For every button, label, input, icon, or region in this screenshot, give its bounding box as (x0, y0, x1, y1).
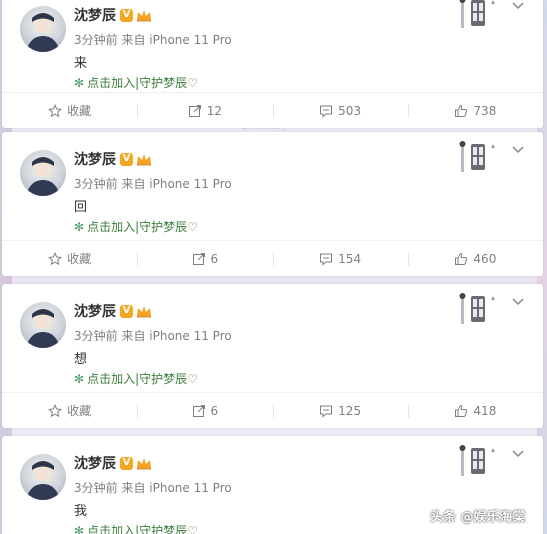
comment-count: 125 (338, 403, 362, 418)
verified-badge: V (120, 304, 133, 318)
author-name[interactable]: 沈梦辰 (74, 149, 116, 169)
promo-text: 点击加入|守护梦辰♡ (87, 372, 198, 386)
comment-button[interactable]: 125 (272, 393, 408, 428)
author-name[interactable]: 沈梦辰 (74, 301, 116, 321)
author-name[interactable]: 沈梦辰 (74, 5, 116, 25)
repost-button[interactable]: 12 (137, 93, 272, 128)
comment-count: 154 (338, 251, 362, 266)
like-count: 460 (473, 251, 497, 266)
avatar[interactable] (20, 454, 66, 500)
chevron-down-icon[interactable] (511, 144, 525, 154)
thumbs-up-icon (455, 252, 468, 265)
repost-count: 6 (210, 403, 219, 418)
chevron-down-icon[interactable] (511, 448, 525, 458)
weibo-post: 沈梦辰 V 3分钟前 来自 iPhone 11 Pro 来 ✻ 点击加入|守护梦辰… (2, 0, 543, 128)
post-content: 来 (74, 56, 88, 71)
crown-icon (137, 9, 151, 21)
weibo-post: 沈梦辰 V 3分钟前 来自 iPhone 11 Pro 想 ✻ 点击加入|守护梦辰… (2, 284, 543, 428)
repost-count: 12 (206, 103, 223, 118)
decoration-figure-icon (459, 0, 495, 28)
promo-link[interactable]: ✻ 点击加入|守护梦辰♡ (74, 370, 198, 387)
flower-icon: ✻ (74, 219, 85, 234)
repost-button[interactable]: 6 (137, 393, 272, 428)
post-content: 想 (74, 352, 88, 367)
collect-button[interactable]: 收藏 (2, 241, 137, 276)
post-meta: 3分钟前 来自 iPhone 11 Pro (74, 329, 232, 343)
author-row: 沈梦辰 V (74, 150, 152, 168)
avatar[interactable] (20, 6, 66, 52)
collect-label: 收藏 (67, 252, 92, 266)
decoration-figure-icon (459, 141, 495, 172)
comment-icon (320, 405, 333, 418)
like-button[interactable]: 738 (407, 93, 543, 128)
share-icon (192, 404, 205, 417)
action-bar: 收藏 6 154 460 (2, 240, 543, 276)
promo-text: 点击加入|守护梦辰♡ (87, 220, 198, 234)
star-icon (48, 103, 63, 117)
collect-label: 收藏 (67, 404, 92, 418)
like-count: 418 (473, 403, 497, 418)
promo-text: 点击加入|守护梦辰♡ (87, 524, 198, 534)
flower-icon: ✻ (74, 75, 85, 90)
decoration-figure-icon (459, 293, 495, 324)
promo-link[interactable]: ✻ 点击加入|守护梦辰♡ (74, 218, 198, 235)
author-row: 沈梦辰 V (74, 302, 152, 320)
comment-icon (320, 253, 333, 266)
crown-icon (137, 457, 151, 469)
author-name[interactable]: 沈梦辰 (74, 453, 116, 473)
like-count: 738 (473, 103, 497, 118)
share-icon (192, 252, 205, 265)
author-row: 沈梦辰 V (74, 454, 152, 472)
post-meta: 3分钟前 来自 iPhone 11 Pro (74, 481, 232, 495)
comment-button[interactable]: 503 (272, 93, 408, 128)
collect-label: 收藏 (67, 104, 92, 118)
verified-badge: V (120, 456, 133, 470)
like-button[interactable]: 460 (407, 241, 543, 276)
post-content: 回 (74, 200, 88, 215)
thumbs-up-icon (455, 404, 468, 417)
flower-icon: ✻ (74, 523, 85, 534)
promo-text: 点击加入|守护梦辰♡ (87, 76, 198, 90)
post-meta: 3分钟前 来自 iPhone 11 Pro (74, 33, 232, 47)
post-content: 我 (74, 504, 88, 519)
share-icon (188, 104, 201, 117)
flower-icon: ✻ (74, 371, 85, 386)
star-icon (48, 403, 63, 417)
watermark: 头条 @娱乐海棠 (430, 510, 526, 525)
repost-count: 6 (210, 251, 219, 266)
avatar[interactable] (20, 302, 66, 348)
chevron-down-icon[interactable] (511, 296, 525, 306)
collect-button[interactable]: 收藏 (2, 393, 137, 428)
comment-count: 503 (338, 103, 362, 118)
repost-button[interactable]: 6 (137, 241, 272, 276)
thumbs-up-icon (455, 104, 468, 117)
decoration-figure-icon (459, 445, 495, 476)
chevron-down-icon[interactable] (511, 0, 525, 10)
verified-badge: V (120, 8, 133, 22)
comment-icon (320, 105, 333, 118)
like-button[interactable]: 418 (407, 393, 543, 428)
action-bar: 收藏 6 125 418 (2, 392, 543, 428)
promo-link[interactable]: ✻ 点击加入|守护梦辰♡ (74, 74, 198, 91)
weibo-post: 沈梦辰 V 3分钟前 来自 iPhone 11 Pro 回 ✻ 点击加入|守护梦辰… (2, 132, 543, 276)
collect-button[interactable]: 收藏 (2, 93, 137, 128)
avatar[interactable] (20, 150, 66, 196)
action-bar: 收藏 12 503 738 (2, 92, 543, 128)
post-meta: 3分钟前 来自 iPhone 11 Pro (74, 177, 232, 191)
star-icon (48, 251, 63, 265)
crown-icon (137, 153, 151, 165)
promo-link[interactable]: ✻ 点击加入|守护梦辰♡ (74, 522, 198, 534)
comment-button[interactable]: 154 (272, 241, 408, 276)
author-row: 沈梦辰 V (74, 6, 152, 24)
crown-icon (137, 305, 151, 317)
verified-badge: V (120, 152, 133, 166)
